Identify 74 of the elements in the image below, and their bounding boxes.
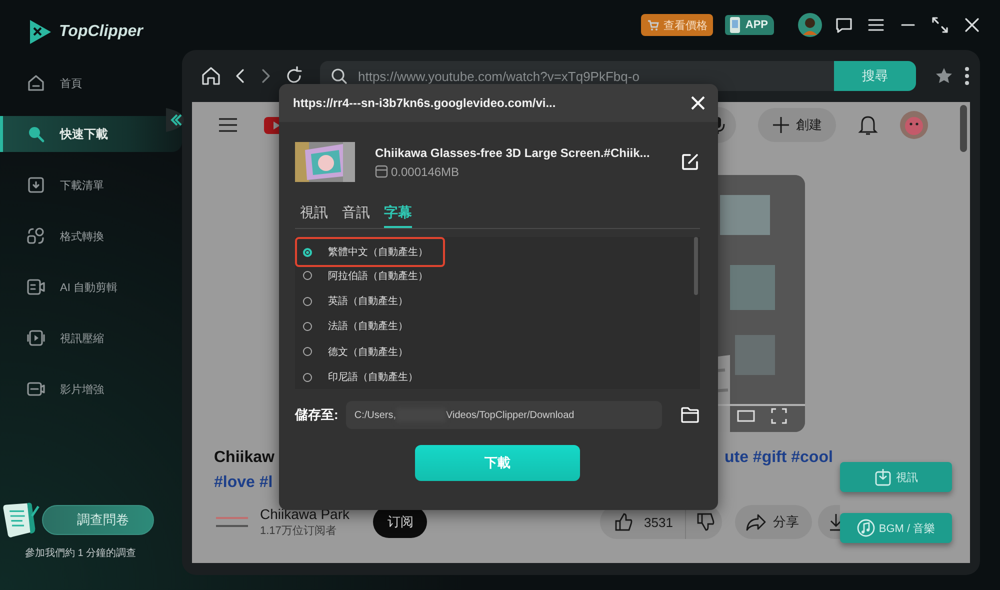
phone-icon <box>728 16 742 34</box>
survey-caption: 參加我們約 1 分鐘的調查 <box>24 546 138 560</box>
list-icon <box>26 175 46 195</box>
close-icon[interactable] <box>690 95 706 111</box>
file-icon <box>375 165 388 178</box>
share-icon <box>745 512 767 532</box>
menu-icon[interactable] <box>218 117 238 133</box>
sidebar-item[interactable]: 影片增強 <box>0 371 182 407</box>
search-icon <box>330 67 348 85</box>
sidebar-item[interactable]: 格式轉換 <box>0 218 182 254</box>
avatar-icon[interactable] <box>798 13 822 37</box>
ai-icon <box>26 277 46 297</box>
fullscreen-icon[interactable] <box>771 408 787 424</box>
subtitle-option[interactable]: 法語（自動產生） <box>295 314 445 340</box>
sidebar-item[interactable]: 首頁 <box>0 65 182 101</box>
collapse-handle-icon[interactable] <box>166 106 184 134</box>
home-icon <box>26 73 46 93</box>
app-button[interactable]: APP <box>725 15 774 35</box>
save-label: 儲存至: <box>295 406 338 424</box>
convert-icon <box>26 226 46 246</box>
survey-button[interactable]: 調查問卷 <box>42 505 154 535</box>
thumbs-down-icon[interactable] <box>696 512 716 532</box>
subtitle-option[interactable]: 繁體中文（自動產生） <box>295 237 445 267</box>
music-icon <box>856 519 875 537</box>
radio-button[interactable] <box>303 372 312 382</box>
star-icon[interactable] <box>934 66 954 86</box>
tab[interactable]: 音訊 <box>342 202 370 228</box>
subscriber-count: 1.17万位订阅者 <box>260 524 338 538</box>
edit-icon[interactable] <box>680 152 700 172</box>
logo-icon <box>27 18 53 46</box>
tab[interactable]: 字幕 <box>384 202 412 228</box>
subtitle-option[interactable]: 英語（自動產生） <box>295 288 445 314</box>
sidebar-item[interactable]: 下載清單 <box>0 167 182 203</box>
bell-icon[interactable] <box>858 114 878 136</box>
scrollbar[interactable] <box>960 105 967 152</box>
file-size: 0.000146MB <box>391 164 460 178</box>
radio-button[interactable] <box>303 271 312 280</box>
url-text: https://www.youtube.com/watch?v=xTq9PkFbq-o <box>358 68 640 84</box>
dialog-title: https://rr4---sn-i3b7kn6s.googlevideo.com/vi... <box>293 96 556 110</box>
theater-icon[interactable] <box>737 409 755 423</box>
radio-button[interactable] <box>303 322 312 331</box>
thumbs-up-icon <box>614 512 634 532</box>
enhance-icon <box>26 379 46 399</box>
sidebar-item[interactable]: 快速下載 <box>0 116 182 152</box>
radio-button[interactable] <box>303 347 312 356</box>
download-icon <box>874 468 892 486</box>
channel-name[interactable]: Chiikawa Park <box>260 506 350 522</box>
radio-button[interactable] <box>303 296 312 306</box>
sidebar-item[interactable]: AI 自動剪輯 <box>0 269 182 305</box>
more-icon[interactable] <box>964 66 970 86</box>
video-hashtags[interactable]: #love #l <box>214 474 273 492</box>
scroll-icon <box>0 500 40 540</box>
create-button[interactable]: 創建 <box>758 108 836 142</box>
search-icon <box>26 124 46 144</box>
logo-text: TopClipper <box>59 23 143 41</box>
video-title: Chiikaw <box>214 448 274 466</box>
cart-icon <box>647 19 660 31</box>
share-button[interactable]: 分享 <box>735 505 812 539</box>
chat-icon[interactable] <box>834 15 854 35</box>
plus-icon <box>772 116 790 134</box>
scrollbar[interactable] <box>694 237 698 295</box>
home-icon[interactable] <box>200 65 222 87</box>
radio-button[interactable] <box>303 248 312 256</box>
folder-icon[interactable] <box>680 406 700 424</box>
sidebar-item[interactable]: 視訊壓縮 <box>0 320 182 356</box>
download-pill[interactable] <box>818 505 840 539</box>
compress-icon <box>26 328 46 348</box>
subtitle-option[interactable]: 印尼語（自動產生） <box>295 364 445 389</box>
video-title: Chiikawa Glasses-free 3D Large Screen.#Chiik... <box>375 146 651 160</box>
path-field[interactable]: C:/Users, Videos/TopClipper/Download <box>346 401 662 429</box>
restore-icon[interactable] <box>930 15 950 35</box>
tab[interactable]: 視訊 <box>300 202 328 228</box>
subtitle-option[interactable]: 德文（自動產生） <box>295 339 445 365</box>
video-hashtags[interactable]: ute #gift #cool <box>724 448 833 466</box>
